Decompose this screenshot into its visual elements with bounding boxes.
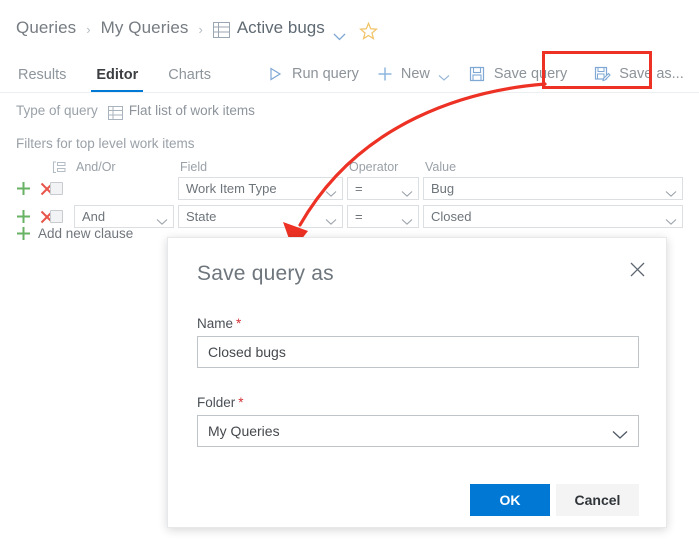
breadcrumb-item-active-bugs[interactable]: Active bugs bbox=[237, 18, 325, 38]
type-of-query-value[interactable]: Flat list of work items bbox=[129, 103, 255, 118]
andor-value: And bbox=[82, 209, 106, 224]
breadcrumb-item-my-queries[interactable]: My Queries bbox=[101, 18, 189, 38]
filters-title: Filters for top level work items bbox=[16, 136, 195, 151]
value-value: Bug bbox=[431, 181, 455, 196]
chevron-down-icon bbox=[401, 185, 413, 197]
type-of-query: Type of query Flat list of work items bbox=[16, 103, 255, 120]
tab-charts[interactable]: Charts bbox=[166, 67, 213, 92]
field-select[interactable]: State bbox=[178, 205, 343, 228]
operator-select[interactable]: = bbox=[347, 205, 419, 228]
andor-select[interactable]: And bbox=[74, 205, 174, 228]
chevron-down-icon bbox=[156, 213, 168, 225]
save-as-label: Save as... bbox=[619, 66, 684, 82]
grid-icon bbox=[107, 105, 123, 120]
column-header-andor: And/Or bbox=[76, 160, 116, 174]
operator-value: = bbox=[355, 181, 363, 196]
play-icon bbox=[266, 65, 284, 83]
chevron-down-icon bbox=[325, 185, 337, 197]
operator-value: = bbox=[355, 209, 363, 224]
view-tabs: Results Editor Charts bbox=[16, 56, 239, 92]
grid-icon bbox=[212, 22, 230, 38]
close-icon[interactable] bbox=[624, 256, 650, 282]
chevron-down-icon bbox=[665, 213, 677, 225]
cancel-button[interactable]: Cancel bbox=[556, 484, 639, 516]
new-label: New bbox=[400, 66, 430, 82]
plus-icon bbox=[16, 226, 31, 241]
dialog-title: Save query as bbox=[197, 262, 334, 285]
filter-grid-header: And/Or Field Operator Value bbox=[0, 158, 699, 176]
folder-select-value: My Queries bbox=[208, 423, 280, 439]
name-input[interactable]: Closed bugs bbox=[197, 336, 639, 368]
folder-field-label: Folder * bbox=[197, 395, 244, 410]
star-icon[interactable] bbox=[358, 21, 378, 41]
field-select[interactable]: Work Item Type bbox=[178, 177, 343, 200]
add-new-clause-label: Add new clause bbox=[38, 226, 134, 241]
row-checkbox[interactable] bbox=[50, 210, 63, 223]
operator-select[interactable]: = bbox=[347, 177, 419, 200]
folder-select[interactable]: My Queries bbox=[197, 415, 639, 447]
add-clause-icon[interactable] bbox=[16, 209, 31, 224]
save-query-as-dialog: Save query as Name * Closed bugs Folder * … bbox=[167, 237, 667, 528]
plus-icon bbox=[377, 65, 393, 83]
add-new-clause-button[interactable]: Add new clause bbox=[16, 226, 133, 241]
name-label-text: Name bbox=[197, 316, 234, 331]
field-value: Work Item Type bbox=[186, 181, 277, 196]
value-select[interactable]: Closed bbox=[423, 205, 683, 228]
required-marker: * bbox=[238, 395, 244, 410]
name-input-value: Closed bugs bbox=[208, 344, 286, 360]
row-checkbox[interactable] bbox=[50, 182, 63, 195]
breadcrumb: Queries › My Queries › Active bugs bbox=[16, 13, 378, 43]
type-of-query-label: Type of query bbox=[16, 103, 98, 118]
query-editor-page: Queries › My Queries › Active bugs Resul… bbox=[0, 0, 699, 554]
save-as-button[interactable]: Save as... bbox=[584, 59, 692, 89]
save-as-icon bbox=[593, 65, 611, 83]
column-header-value: Value bbox=[425, 160, 457, 174]
chevron-down-icon[interactable] bbox=[333, 26, 346, 41]
filter-grid: And/Or Field Operator Value Work Item Ty… bbox=[0, 158, 699, 232]
chevron-down-icon bbox=[325, 213, 337, 225]
chevron-down-icon bbox=[401, 213, 413, 225]
chevron-down-icon bbox=[612, 427, 628, 439]
toolbar-bottom-divider bbox=[0, 92, 699, 93]
field-value: State bbox=[186, 209, 217, 224]
table-row: Work Item Type = Bug bbox=[0, 176, 699, 201]
add-clause-icon[interactable] bbox=[16, 181, 31, 196]
new-button[interactable]: New bbox=[368, 59, 459, 89]
column-header-field: Field bbox=[180, 160, 208, 174]
folder-label-text: Folder bbox=[197, 395, 236, 410]
column-header-operator: Operator bbox=[349, 160, 399, 174]
save-query-button[interactable]: Save query bbox=[459, 59, 576, 89]
chevron-down-icon[interactable] bbox=[438, 70, 450, 81]
run-query-button[interactable]: Run query bbox=[257, 59, 368, 89]
save-query-label: Save query bbox=[493, 66, 568, 82]
command-bar: Results Editor Charts Run query New Save… bbox=[0, 56, 699, 92]
chevron-down-icon bbox=[665, 185, 677, 197]
toolbar-actions: Run query New Save query Save as... bbox=[257, 56, 699, 92]
tab-results[interactable]: Results bbox=[16, 67, 68, 92]
group-clauses-icon[interactable] bbox=[50, 160, 74, 174]
save-icon bbox=[468, 65, 486, 83]
ok-button[interactable]: OK bbox=[470, 484, 550, 516]
run-query-label: Run query bbox=[291, 66, 359, 82]
breadcrumb-separator: › bbox=[86, 21, 91, 37]
name-field-label: Name * bbox=[197, 316, 241, 331]
breadcrumb-separator: › bbox=[198, 21, 203, 37]
tab-editor[interactable]: Editor bbox=[91, 67, 144, 92]
value-value: Closed bbox=[431, 209, 472, 224]
required-marker: * bbox=[236, 316, 242, 331]
breadcrumb-item-queries[interactable]: Queries bbox=[16, 18, 76, 38]
value-select[interactable]: Bug bbox=[423, 177, 683, 200]
